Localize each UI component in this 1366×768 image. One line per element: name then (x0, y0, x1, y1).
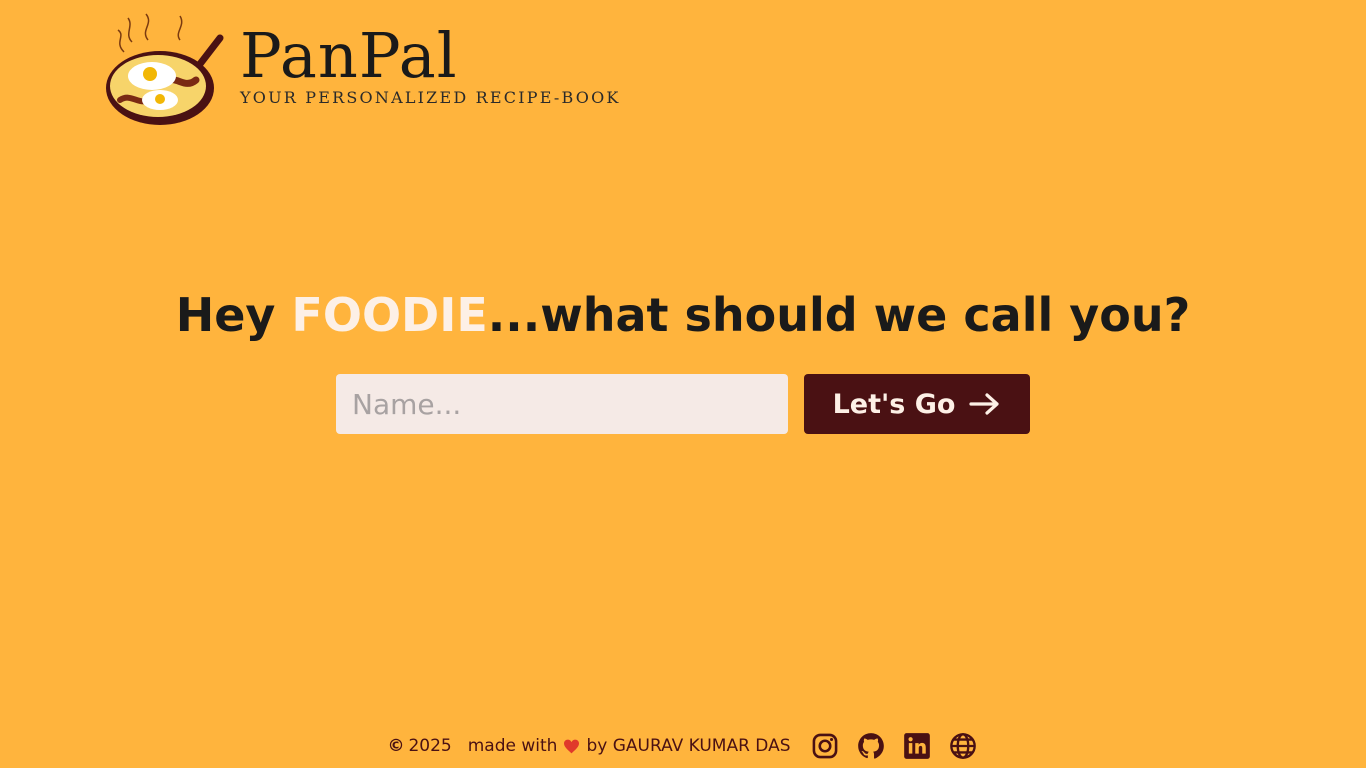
brand-header: PanPal YOUR PERSONALIZED RECIPE-BOOK (104, 12, 618, 128)
lets-go-button[interactable]: Let's Go (804, 374, 1030, 434)
linkedin-icon (903, 733, 930, 759)
github-icon (857, 733, 884, 759)
social-links (809, 730, 979, 762)
copyright-year: 2025 (408, 736, 452, 756)
copyright-icon: © (387, 736, 405, 756)
arrow-right-icon (969, 393, 1000, 415)
footer: © 2025 made with by GAURAV KUMAR DAS (0, 728, 1366, 764)
name-input[interactable] (336, 374, 788, 434)
landing-page: PanPal YOUR PERSONALIZED RECIPE-BOOK Hey… (0, 0, 1366, 768)
github-link[interactable] (855, 730, 887, 762)
instagram-link[interactable] (809, 730, 841, 762)
hero-title: Hey FOODIE...what should we call you? (0, 288, 1366, 342)
website-link[interactable] (947, 730, 979, 762)
instagram-icon (812, 733, 837, 759)
linkedin-link[interactable] (901, 730, 933, 762)
brand-tagline: YOUR PERSONALIZED RECIPE-BOOK (240, 88, 621, 107)
hero-accent-word: FOODIE (291, 288, 488, 342)
brand-text: PanPal YOUR PERSONALIZED RECIPE-BOOK (240, 19, 621, 108)
hero-prefix: Hey (175, 288, 292, 342)
brand-title: PanPal (240, 19, 458, 92)
copyright: © 2025 (387, 736, 451, 756)
author-credit: by GAURAV KUMAR DAS (586, 736, 791, 756)
hero-suffix: ...what should we call you? (487, 288, 1191, 342)
made-with-text: made with (467, 736, 558, 756)
frying-pan-eggs-icon (106, 13, 224, 125)
lets-go-label: Let's Go (832, 388, 956, 420)
globe-icon (949, 733, 976, 759)
name-form: Let's Go (336, 374, 1030, 434)
heart-icon (564, 739, 580, 753)
made-with-credit: made with by GAURAV KUMAR DAS (468, 736, 791, 756)
